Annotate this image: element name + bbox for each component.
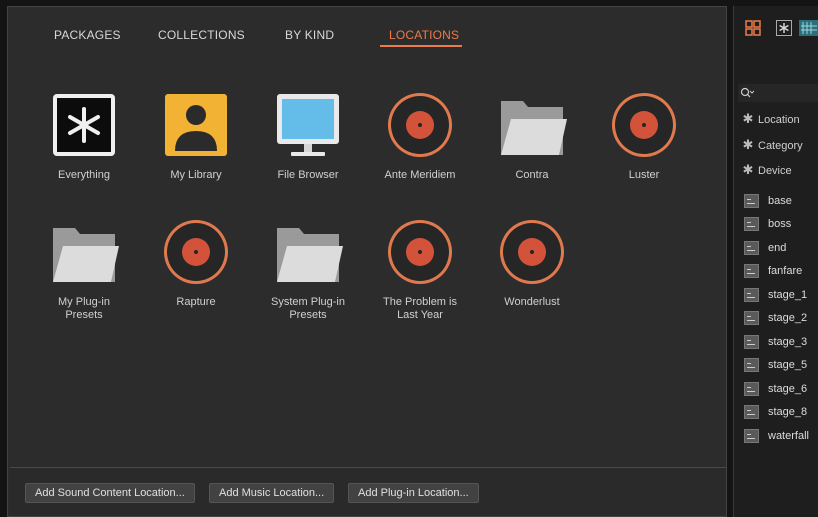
location-label: Wonderlust: [504, 296, 560, 308]
keyboard-grid-icon[interactable]: [799, 20, 818, 36]
location-rapture[interactable]: Rapture: [141, 218, 251, 309]
location-label: My Plug-in Presets: [58, 296, 110, 321]
file-list-item[interactable]: stage_6: [744, 378, 818, 400]
filter-label: Category: [758, 140, 803, 152]
location-label: The Problem is Last Year: [383, 296, 457, 321]
location-ante-meridiem[interactable]: Ante Meridiem: [365, 91, 475, 182]
file-label: stage_6: [768, 383, 808, 395]
preset-file-icon: [744, 311, 759, 326]
file-list-item[interactable]: stage_1: [744, 284, 818, 306]
preset-file-icon: [744, 335, 759, 350]
location-contra[interactable]: Contra: [477, 91, 587, 182]
preset-file-icon: [744, 288, 759, 303]
location-label: Everything: [58, 169, 110, 181]
category-tabs: PACKAGES COLLECTIONS BY KIND LOCATIONS: [8, 7, 726, 57]
tab-locations[interactable]: LOCATIONS: [389, 28, 459, 42]
add-sound-content-location-button[interactable]: Add Sound Content Location...: [25, 483, 195, 503]
grid-view-icon[interactable]: [745, 20, 761, 36]
location-my-library[interactable]: My Library: [141, 91, 251, 182]
search-icon: [740, 87, 755, 98]
preset-file-icon: [744, 405, 759, 420]
search-input[interactable]: [738, 84, 818, 102]
location-label: File Browser: [277, 169, 339, 181]
folder-icon: [253, 218, 363, 290]
filter-label: Location: [758, 114, 800, 126]
disc-icon: [365, 218, 475, 290]
add-plug-in-location-button[interactable]: Add Plug-in Location...: [348, 483, 479, 503]
sidebar-toolbar: [734, 6, 818, 46]
file-list-item[interactable]: stage_5: [744, 354, 818, 376]
location-label: Rapture: [176, 296, 216, 308]
asterisk-icon: ✱: [742, 111, 754, 126]
filter-category[interactable]: ✱ Category: [738, 134, 818, 156]
file-list-item[interactable]: stage_8: [744, 401, 818, 423]
location-system-plug-in-presets[interactable]: System Plug-in Presets: [253, 218, 363, 322]
folder-icon: [29, 218, 139, 290]
file-list-item[interactable]: end: [744, 237, 818, 259]
filter-device[interactable]: ✱ Device: [738, 159, 818, 181]
tab-collections[interactable]: COLLECTIONS: [158, 28, 245, 42]
add-music-location-button[interactable]: Add Music Location...: [209, 483, 335, 503]
location-label: My Library: [170, 169, 222, 181]
preset-file-icon: [744, 382, 759, 397]
preset-file-icon: [744, 358, 759, 373]
add-location-bar: Add Sound Content Location... Add Music …: [10, 467, 726, 516]
preset-file-icon: [744, 241, 759, 256]
browser-sidebar: ✱ Location ✱ Category ✱ Device base boss en…: [733, 6, 818, 517]
file-label: base: [768, 195, 792, 207]
tab-by-kind[interactable]: BY KIND: [285, 28, 334, 42]
disc-icon: [589, 91, 699, 163]
file-label: stage_2: [768, 312, 808, 324]
filter-location[interactable]: ✱ Location: [738, 108, 818, 130]
disc-icon: [365, 91, 475, 163]
filter-label: Device: [758, 165, 792, 177]
location-label: System Plug-in Presets: [271, 296, 345, 321]
active-tab-indicator: [380, 45, 462, 47]
file-list-item[interactable]: waterfall: [744, 425, 818, 447]
preset-file-icon: [744, 217, 759, 232]
preset-file-icon: [744, 429, 759, 444]
location-luster[interactable]: Luster: [589, 91, 699, 182]
monitor-icon: [253, 91, 363, 163]
file-label: stage_8: [768, 406, 808, 418]
asterisk-icon: ✱: [742, 162, 754, 177]
location-my-plug-in-presets[interactable]: My Plug-in Presets: [29, 218, 139, 322]
file-label: stage_1: [768, 289, 808, 301]
file-label: boss: [768, 218, 792, 230]
file-label: stage_3: [768, 336, 808, 348]
tab-packages[interactable]: PACKAGES: [54, 28, 121, 42]
file-list-item[interactable]: fanfare: [744, 260, 818, 282]
asterisk-icon: [29, 91, 139, 163]
folder-icon: [477, 91, 587, 163]
file-list-item[interactable]: stage_3: [744, 331, 818, 353]
location-label: Ante Meridiem: [384, 169, 456, 181]
locations-panel: PACKAGES COLLECTIONS BY KIND LOCATIONS E…: [7, 6, 727, 517]
preset-file-icon: [744, 194, 759, 209]
file-list-item[interactable]: stage_2: [744, 307, 818, 329]
file-list-item[interactable]: boss: [744, 213, 818, 235]
location-label: Contra: [515, 169, 549, 181]
file-list-item[interactable]: base: [744, 190, 818, 212]
location-label: Luster: [628, 169, 660, 181]
asterisk-icon: ✱: [742, 137, 754, 152]
file-label: waterfall: [768, 430, 809, 442]
file-label: fanfare: [768, 265, 803, 277]
preset-file-icon: [744, 264, 759, 279]
location-the-problem-is-last-year[interactable]: The Problem is Last Year: [365, 218, 475, 322]
user-icon: [141, 91, 251, 163]
file-label: stage_5: [768, 359, 808, 371]
location-wonderlust[interactable]: Wonderlust: [477, 218, 587, 309]
location-file-browser[interactable]: File Browser: [253, 91, 363, 182]
location-everything[interactable]: Everything: [29, 91, 139, 182]
file-label: end: [768, 242, 787, 254]
disc-icon: [141, 218, 251, 290]
disc-icon: [477, 218, 587, 290]
asterisk-filter-icon[interactable]: [776, 20, 792, 36]
